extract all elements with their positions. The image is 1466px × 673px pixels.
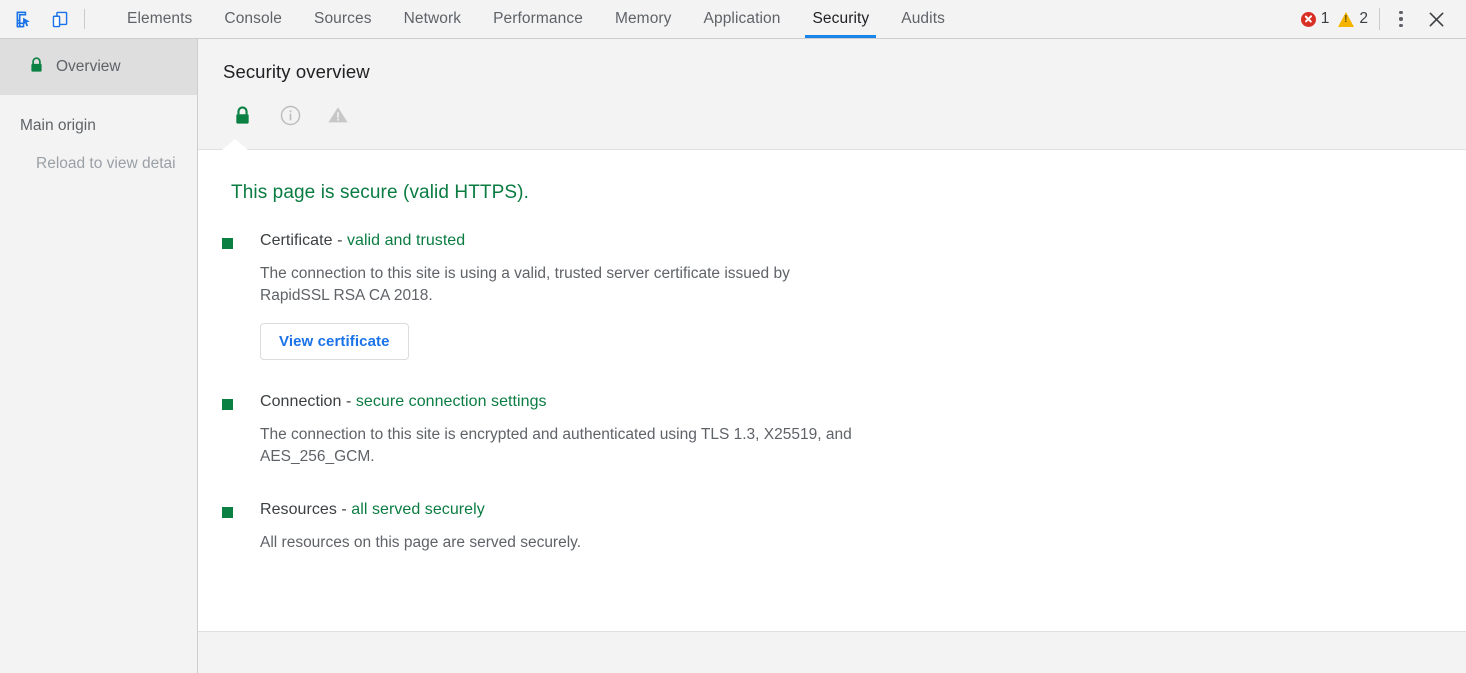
tab-label: Memory <box>615 10 672 28</box>
status-divider <box>1379 8 1380 30</box>
panel-body: Overview Main origin Reload to view deta… <box>0 39 1466 673</box>
explanation-title: Connection - secure connection settings <box>260 393 860 411</box>
explanation-body: Resources - all served securely All reso… <box>233 501 581 554</box>
explanation-label: Connection - <box>260 393 356 410</box>
tab-label: Security <box>812 10 869 28</box>
warning-count-label: 2 <box>1359 10 1368 28</box>
warning-triangle-icon <box>1338 12 1354 27</box>
tab-network[interactable]: Network <box>388 0 478 38</box>
security-summary-heading: This page is secure (valid HTTPS). <box>198 182 1466 204</box>
security-overview-header: Security overview <box>198 39 1466 149</box>
sidebar-item-label: Overview <box>56 58 121 76</box>
view-certificate-button[interactable]: View certificate <box>260 323 409 360</box>
tab-memory[interactable]: Memory <box>599 0 688 38</box>
toolbar-icon-group <box>0 0 93 38</box>
info-icon[interactable] <box>279 104 301 126</box>
security-sidebar: Overview Main origin Reload to view deta… <box>0 39 198 673</box>
inspect-cursor-icon[interactable] <box>10 5 38 33</box>
page-title: Security overview <box>223 61 1466 83</box>
tab-label: Audits <box>901 10 945 28</box>
panel-footer-strip <box>198 631 1466 673</box>
active-state-pointer-icon <box>222 139 248 150</box>
explanation-connection: Connection - secure connection settings … <box>198 393 1466 468</box>
tab-elements[interactable]: Elements <box>111 0 208 38</box>
lock-icon[interactable] <box>231 104 253 126</box>
explanation-body: Connection - secure connection settings … <box>233 393 860 468</box>
tab-application[interactable]: Application <box>688 0 797 38</box>
explanation-body: Certificate - valid and trusted The conn… <box>233 232 860 360</box>
warning-count-button[interactable]: 2 <box>1338 10 1368 28</box>
explanation-description: The connection to this site is using a v… <box>260 263 860 307</box>
close-icon[interactable] <box>1420 4 1452 34</box>
explanation-title: Resources - all served securely <box>260 501 581 519</box>
security-explanations-content: This page is secure (valid HTTPS). Certi… <box>198 149 1466 631</box>
tab-label: Performance <box>493 10 583 28</box>
explanation-label: Certificate - <box>260 232 347 249</box>
panel-tab-list: Elements Console Sources Network Perform… <box>111 0 1301 38</box>
explanation-description: The connection to this site is encrypted… <box>260 424 860 468</box>
kebab-menu-icon[interactable] <box>1386 4 1416 34</box>
tab-performance[interactable]: Performance <box>477 0 599 38</box>
sidebar-item-overview[interactable]: Overview <box>0 39 197 95</box>
toolbar-status-group: 1 2 <box>1301 0 1466 38</box>
status-bullet-icon <box>222 399 233 410</box>
status-bullet-icon <box>222 507 233 518</box>
tab-label: Elements <box>127 10 192 28</box>
tab-label: Sources <box>314 10 372 28</box>
toolbar-divider <box>84 9 85 29</box>
explanation-state: all served securely <box>351 501 484 518</box>
explanation-title: Certificate - valid and trusted <box>260 232 860 250</box>
devtools-window: Elements Console Sources Network Perform… <box>0 0 1466 673</box>
tab-audits[interactable]: Audits <box>885 0 961 38</box>
tab-label: Console <box>224 10 282 28</box>
explanation-description: All resources on this page are served se… <box>260 532 581 554</box>
sidebar-group-main-origin: Main origin <box>0 95 197 135</box>
security-main-panel: Security overview <box>198 39 1466 673</box>
devtools-toolbar: Elements Console Sources Network Perform… <box>0 0 1466 39</box>
tab-sources[interactable]: Sources <box>298 0 388 38</box>
warning-icon[interactable] <box>327 104 349 126</box>
explanation-state: secure connection settings <box>356 393 547 410</box>
explanation-resources: Resources - all served securely All reso… <box>198 501 1466 554</box>
error-circle-icon <box>1301 12 1316 27</box>
security-state-icon-row <box>223 104 1466 126</box>
tab-security[interactable]: Security <box>796 0 885 38</box>
error-count-button[interactable]: 1 <box>1301 10 1330 28</box>
tab-label: Application <box>704 10 781 28</box>
tab-console[interactable]: Console <box>208 0 298 38</box>
device-toolbar-icon[interactable] <box>46 5 74 33</box>
error-count-label: 1 <box>1321 10 1330 28</box>
explanation-list: Certificate - valid and trusted The conn… <box>198 232 1466 554</box>
green-lock-icon <box>29 57 44 78</box>
explanation-label: Resources - <box>260 501 351 518</box>
explanation-state: valid and trusted <box>347 232 465 249</box>
tab-label: Network <box>404 10 462 28</box>
status-bullet-icon <box>222 238 233 249</box>
sidebar-reload-note: Reload to view detai <box>0 135 197 173</box>
explanation-certificate: Certificate - valid and trusted The conn… <box>198 232 1466 360</box>
